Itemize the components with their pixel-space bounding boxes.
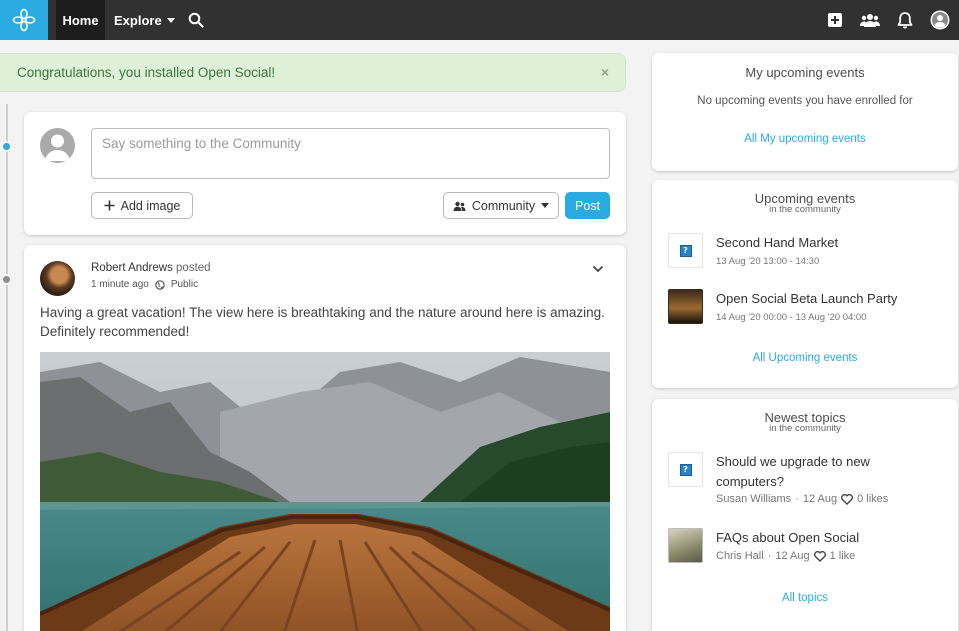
topic-thumbnail[interactable] [668, 528, 703, 563]
my-events-empty: No upcoming events you have enrolled for [697, 95, 913, 107]
heart-icon[interactable] [841, 493, 854, 505]
meta-separator: · [767, 550, 772, 562]
all-my-events-link[interactable]: All My upcoming events [652, 133, 958, 145]
heart-icon[interactable] [813, 550, 826, 562]
my-events-title: My upcoming events [745, 65, 865, 80]
post-verb: posted [176, 262, 211, 274]
timeline-line [6, 104, 8, 631]
chevron-down-icon [541, 203, 550, 208]
avatar [40, 128, 75, 163]
top-navbar: Home Explore [0, 0, 959, 40]
timeline-dot-active [1, 141, 12, 152]
group-icon [453, 201, 466, 211]
topic-author[interactable]: Chris Hall [716, 550, 764, 562]
topic-likes: 0 likes [857, 493, 889, 505]
event-thumbnail[interactable] [668, 289, 703, 324]
logo-icon[interactable] [0, 0, 48, 40]
post-author-name[interactable]: Robert Andrews [91, 262, 173, 274]
event-title[interactable]: Second Hand Market [716, 233, 916, 253]
groups-icon[interactable] [860, 10, 880, 30]
close-icon[interactable]: × [601, 64, 609, 80]
event-thumbnail[interactable]: ? [668, 233, 703, 268]
user-avatar-icon[interactable] [930, 10, 950, 30]
meta-separator: · [795, 493, 799, 505]
post-meta: 1 minute ago Public [91, 279, 198, 290]
post-card: Robert Andrews posted 1 minute ago Publi… [24, 245, 626, 631]
upcoming-events-subtitle: in the community [769, 204, 841, 215]
topic-date: 12 Aug [802, 493, 838, 505]
newest-topics-subtitle: in the community [769, 423, 841, 434]
post-time[interactable]: 1 minute ago [91, 279, 149, 290]
plus-icon [104, 200, 115, 211]
search-icon[interactable] [186, 10, 206, 30]
post-button[interactable]: Post [565, 192, 610, 219]
all-topics-link[interactable]: All topics [652, 592, 958, 604]
upcoming-events-block: Upcoming events in the community ? Secon… [652, 180, 958, 388]
topic-thumbnail[interactable]: ? [668, 452, 703, 487]
author-avatar[interactable] [40, 261, 75, 296]
status-input[interactable] [91, 128, 610, 179]
event-date: 13 Aug '20 13:00 - 14:30 [716, 256, 820, 267]
topic-title[interactable]: FAQs about Open Social [716, 528, 916, 548]
post-visibility: Public [170, 279, 199, 290]
post-image[interactable] [40, 352, 610, 631]
placeholder-image-icon: ? [679, 244, 692, 257]
placeholder-image-icon: ? [679, 463, 692, 476]
topic-date: 12 Aug [775, 550, 810, 562]
add-image-label: Add image [120, 198, 181, 213]
visibility-select[interactable]: Community [443, 192, 559, 219]
nav-home[interactable]: Home [56, 0, 105, 40]
topic-likes: 1 like [829, 550, 856, 562]
chevron-down-icon [166, 17, 175, 23]
post-author-line: Robert Andrews posted [91, 262, 211, 274]
chevron-down-icon[interactable] [592, 260, 604, 278]
nav-explore[interactable]: Explore [114, 0, 175, 40]
nav-explore-label: Explore [114, 12, 162, 28]
topic-meta: Susan Williams · 12 Aug 0 likes [716, 493, 888, 505]
timeline-dot [1, 274, 12, 285]
alert-message: Congratulations, you installed Open Soci… [17, 65, 276, 80]
success-alert: Congratulations, you installed Open Soci… [0, 53, 626, 92]
event-date: 14 Aug '20 00:00 - 13 Aug '20 04:00 [716, 312, 867, 323]
topic-author[interactable]: Susan Williams [716, 493, 791, 505]
topic-title[interactable]: Should we upgrade to new computers? [716, 452, 906, 492]
post-composer: Add image Community Post [24, 112, 626, 235]
globe-icon [155, 279, 165, 290]
newest-topics-block: Newest topics in the community ? Should … [652, 399, 958, 631]
topic-meta: Chris Hall · 12 Aug 1 like [716, 550, 855, 562]
post-body: Having a great vacation! The view here i… [40, 305, 605, 339]
create-content-icon[interactable] [825, 10, 845, 30]
my-events-block: My upcoming events No upcoming events yo… [652, 53, 958, 171]
visibility-label: Community [471, 198, 536, 213]
all-upcoming-events-link[interactable]: All Upcoming events [652, 352, 958, 364]
add-image-button[interactable]: Add image [91, 192, 193, 219]
bell-icon[interactable] [895, 10, 915, 30]
event-title[interactable]: Open Social Beta Launch Party [716, 289, 946, 309]
